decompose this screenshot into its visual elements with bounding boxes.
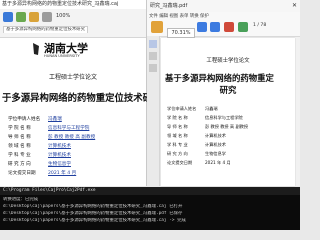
info-value: 计算机技术 [48,153,71,158]
info-value: 冯鑫瑞 [205,106,218,111]
viewer-toolbar: 100% 基于多源异构网络的药物重定位技术研究 [0,9,146,38]
info-value: 生物信息学 [205,151,226,156]
info-value: 彭 教授 教授 高 副教授 [48,135,96,140]
console-line: 转换进度：已完成 [3,197,39,202]
zoom-out-icon[interactable] [210,22,220,32]
info-row: 学 院 名 称 信息科学与工程学院 [167,115,243,121]
degree-label: 工程硕士学位论文 [206,58,250,64]
document-page: 工程硕士学位论文 基于多源异构网络的药物重定 研究 学位申请人姓名 冯鑫瑞 学 院… [161,38,295,186]
thumbnail-sidebar [147,36,160,186]
info-value: 彭 教授 教授 高 副教授 [205,124,249,129]
info-row: 学 科 专 业 计算机技术 [167,142,226,148]
caj-viewer-window: 基于多源异构网络的药物重定位技术研究_冯鑫瑞.caj 100% 基于多源异构网络… [0,0,161,186]
info-row: 领 域 名 称 计算机技术 [167,133,226,139]
info-row: 学 科 专 业 计算机技术 [8,152,71,158]
hand-tool-icon[interactable] [151,21,163,33]
console-line: d:\Desktop\caj\papers\基于多源异构网络的药物重定位技术研究… [3,204,183,209]
info-value: 计算机技术 [48,144,71,149]
info-row: 学位申请人姓名 冯鑫瑞 [8,116,62,122]
info-value: 计算机技术 [205,133,226,138]
info-row: 导 师 名 称 彭 教授 教授 高 副教授 [167,124,248,130]
thesis-title: 于多源异构网络的药物重定位技术研究 [2,93,162,104]
print-icon[interactable] [29,12,39,22]
info-label: 学 院 名 称 [8,126,31,131]
university-logo-subtext: HUNAN UNIVERSITY [44,54,80,58]
info-row: 研 究 方 向 生物信息学 [8,161,71,167]
window-title: 基于多源异构网络的药物重定位技术研究_冯鑫瑞.caj [0,0,146,8]
menu-bar: 文件 编辑 视图 表单 转换 保护 [149,13,209,19]
window-title-text: 研究_冯鑫瑞.pdf [150,3,188,9]
info-label: 导 师 名 称 [167,124,188,129]
university-seal-icon [32,41,40,55]
save-icon[interactable] [16,12,26,22]
zoom-in-icon[interactable] [197,22,207,32]
zoom-level[interactable]: 100% [56,13,70,19]
info-row: 学位申请人姓名 冯鑫瑞 [167,106,218,112]
info-row: 导 师 名 称 彭 教授 教授 高 副教授 [8,134,95,140]
thumbnails-icon[interactable] [149,52,157,60]
attachments-icon[interactable] [149,64,157,72]
window-title: 研究_冯鑫瑞.pdf ✕ [147,0,300,12]
info-label: 领 域 名 称 [8,144,31,149]
info-row: 学 院 名 称 信息科学与工程学院 [8,125,89,131]
zoom-input[interactable]: 70.31% [167,28,195,38]
menu-item[interactable]: 表单 [180,14,189,19]
open-icon[interactable] [3,12,13,22]
select-text-icon[interactable] [238,22,248,32]
page-counter[interactable]: 1 / 78 [253,23,266,28]
console-line: d:\Desktop\caj\papers\基于多源异构网络的药物重定位技术研究… [3,218,186,223]
info-label: 学位申请人姓名 [167,106,197,111]
info-row: 论文提交日期 2021 年 4 月 [8,170,76,176]
menu-item[interactable]: 保护 [200,14,209,19]
document-page: 湖南大学 HUNAN UNIVERSITY 工程硕士学位论文 于多源异构网络的药… [2,38,161,186]
info-label: 论文提交日期 [8,171,36,176]
zoom-icon[interactable] [42,12,52,22]
info-value: 2021 年 4 月 [205,160,231,165]
info-label: 研 究 方 向 [167,151,188,156]
pdf-toolbar: 文件 编辑 视图 表单 转换 保护 70.31% 1 / 78 [147,12,300,38]
menu-item[interactable]: 转换 [190,14,199,19]
document-tab[interactable]: 基于多源异构网络的药物重定位技术研究 [3,26,89,33]
console-title: C:\Program Files\CajPro\Caj2Pdf.exe [0,187,300,195]
info-row: 研 究 方 向 生物信息学 [167,151,226,157]
info-value: 信息科学与工程学院 [205,115,243,120]
bookmark-icon[interactable] [149,40,157,48]
info-label: 导 师 名 称 [8,135,31,140]
info-label: 领 域 名 称 [167,133,188,138]
info-value: 2021 年 4 月 [48,171,77,176]
info-label: 学位申请人姓名 [8,117,41,122]
info-label: 学 科 专 业 [167,142,188,147]
thesis-title-line1: 基于多源异构网络的药物重定 [165,73,274,83]
menu-item[interactable]: 编辑 [159,14,168,19]
menu-item[interactable]: 文件 [149,14,158,19]
close-icon[interactable]: ✕ [292,0,297,12]
info-label: 学 院 名 称 [167,115,188,120]
info-row: 领 域 名 称 计算机技术 [8,143,71,149]
highlight-icon[interactable] [224,22,234,32]
degree-label: 工程硕士学位论文 [48,74,97,81]
pdf-viewer-window: 研究_冯鑫瑞.pdf ✕ 文件 编辑 视图 表单 转换 保护 70.31% 1 … [147,0,300,186]
console-window: C:\Program Files\CajPro\Caj2Pdf.exe 转换进度… [0,187,300,230]
info-row: 论文提交日期 2021 年 4 月 [167,160,231,166]
console-line: d:\Desktop\caj\papers\基于多源异构网络的药物重定位技术研究… [3,211,183,216]
info-value: 冯鑫瑞 [48,117,62,122]
info-value: 计算机技术 [205,142,226,147]
info-label: 研 究 方 向 [8,162,31,167]
info-label: 学 科 专 业 [8,153,31,158]
info-value: 信息科学与工程学院 [48,126,90,131]
info-value: 生物信息学 [48,162,71,167]
info-label: 论文提交日期 [167,160,193,165]
thesis-title-line2: 研究 [219,85,237,95]
menu-item[interactable]: 视图 [169,14,178,19]
